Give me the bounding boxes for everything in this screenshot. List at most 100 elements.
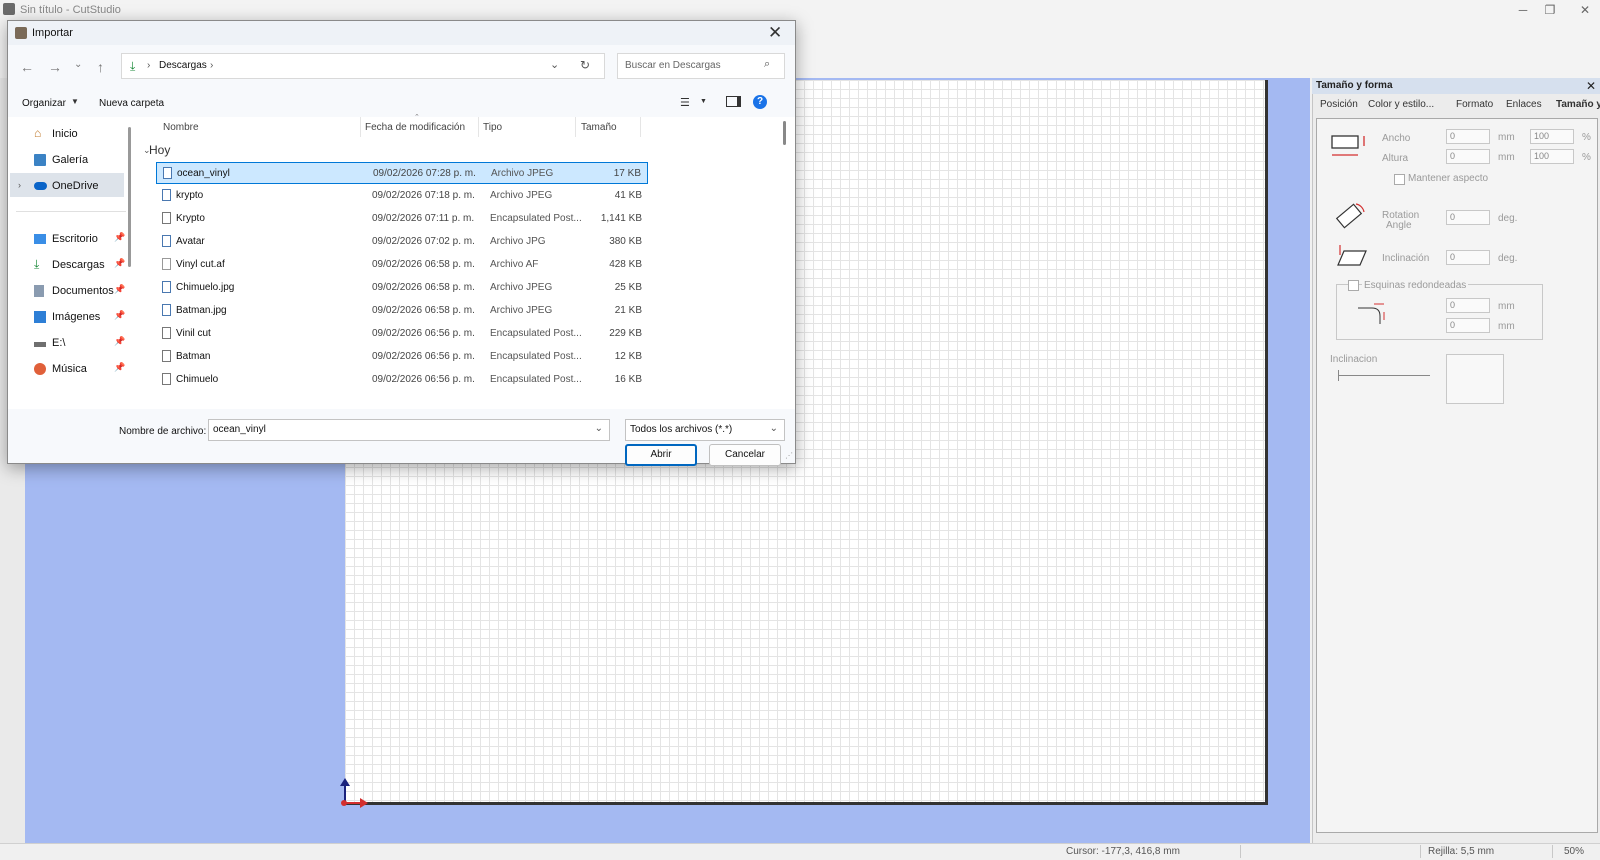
open-button[interactable]: Abrir [625, 444, 697, 466]
pin-icon[interactable]: 📌 [114, 258, 125, 269]
expand-chevron-icon[interactable]: › [18, 180, 21, 190]
nav-item-gallery[interactable]: Galería [34, 154, 88, 166]
panel-close-icon[interactable]: ✕ [1586, 79, 1596, 93]
rounded-corners-checkbox[interactable] [1348, 280, 1359, 291]
file-row[interactable]: Chimuelo 09/02/2026 06:56 p. m. Encapsul… [156, 369, 648, 391]
file-date: 09/02/2026 06:56 p. m. [372, 374, 475, 385]
refresh-icon[interactable]: ↻ [580, 58, 590, 72]
nav-item-downloads[interactable]: ⤓ Descargas 📌 [34, 257, 125, 271]
organize-button[interactable]: Organizar [22, 98, 66, 109]
slant-slider-handle[interactable] [1338, 370, 1339, 381]
file-size: 17 KB [613, 168, 641, 179]
nav-item-home[interactable]: ⌂ Inicio [34, 126, 78, 140]
tab-links[interactable]: Enlaces [1506, 99, 1542, 110]
file-name: krypto [176, 190, 204, 201]
column-separator[interactable] [640, 117, 641, 137]
organize-dropdown-icon[interactable]: ▼ [71, 97, 79, 106]
file-row[interactable]: Chimuelo.jpg 09/02/2026 06:58 p. m. Arch… [156, 277, 648, 299]
file-row[interactable]: ocean_vinyl 09/02/2026 07:28 p. m. Archi… [156, 162, 648, 184]
column-name[interactable]: Nombre [163, 122, 199, 133]
file-name: Vinyl cut.af [176, 259, 225, 270]
width-input[interactable]: 0 [1446, 129, 1490, 144]
size-diagram-icon [1331, 135, 1365, 156]
column-separator[interactable] [360, 117, 361, 137]
corner-radius-y-input[interactable]: 0 [1446, 318, 1490, 333]
slant-slider-track[interactable] [1338, 375, 1430, 376]
file-size: 380 KB [609, 236, 642, 247]
tab-format[interactable]: Formato [1456, 99, 1493, 110]
tab-position[interactable]: Posición [1320, 99, 1358, 110]
keep-aspect-checkbox[interactable] [1394, 174, 1405, 185]
restore-icon[interactable]: ❐ [1540, 3, 1560, 17]
nav-label: Música [52, 363, 87, 375]
pin-icon[interactable]: 📌 [114, 284, 125, 295]
view-dropdown-icon[interactable]: ▼ [700, 98, 707, 105]
nav-item-documents[interactable]: Documentos 📌 [34, 284, 125, 297]
breadcrumb-separator: › [210, 60, 214, 71]
file-type-filter[interactable]: Todos los archivos (*.*) ⌄ [625, 419, 785, 441]
column-date[interactable]: Fecha de modificación [365, 122, 465, 133]
height-input[interactable]: 0 [1446, 149, 1490, 164]
file-list-scrollbar[interactable] [783, 121, 786, 145]
cancel-button[interactable]: Cancelar [709, 444, 781, 466]
close-app-icon[interactable]: ✕ [1575, 3, 1595, 17]
recent-locations-icon[interactable]: ⌄ [74, 59, 82, 70]
nav-item-onedrive[interactable]: › OneDrive [18, 180, 99, 192]
corner-radius-icon [1358, 303, 1385, 324]
new-folder-button[interactable]: Nueva carpeta [99, 98, 164, 109]
pin-icon[interactable]: 📌 [114, 310, 125, 321]
minimize-icon[interactable]: ─ [1513, 3, 1533, 17]
file-row[interactable]: Vinil cut 09/02/2026 06:56 p. m. Encapsu… [156, 323, 648, 345]
nav-item-desktop[interactable]: Escritorio 📌 [34, 232, 125, 245]
pin-icon[interactable]: 📌 [114, 232, 125, 243]
address-dropdown-icon[interactable]: ⌄ [550, 58, 559, 71]
file-row[interactable]: Vinyl cut.af 09/02/2026 06:58 p. m. Arch… [156, 254, 648, 276]
slant-input[interactable]: 0 [1446, 250, 1490, 265]
nav-label: OneDrive [52, 180, 99, 192]
file-row[interactable]: Batman 09/02/2026 06:56 p. m. Encapsulat… [156, 346, 648, 368]
group-header-today[interactable]: Hoy [149, 143, 170, 157]
downloads-folder-icon: ⤓ [130, 59, 136, 73]
help-icon[interactable]: ? [753, 95, 767, 109]
corner-radius-x-unit: mm [1498, 301, 1515, 312]
forward-arrow-icon[interactable]: → [48, 59, 62, 75]
dialog-close-icon[interactable]: ✕ [768, 23, 782, 43]
column-separator[interactable] [575, 117, 576, 137]
file-row[interactable]: Avatar 09/02/2026 07:02 p. m. Archivo JP… [156, 231, 648, 253]
file-row[interactable]: Krypto 09/02/2026 07:11 p. m. Encapsulat… [156, 208, 648, 230]
tab-color-style[interactable]: Color y estilo... [1368, 99, 1434, 110]
address-bar[interactable]: ⤓ › Descargas › ⌄ ↻ [121, 53, 605, 79]
search-input[interactable]: Buscar en Descargas ⌕ [617, 53, 785, 79]
view-options-icon[interactable]: ☰ [680, 96, 690, 109]
file-row[interactable]: krypto 09/02/2026 07:18 p. m. Archivo JP… [156, 185, 648, 207]
column-size[interactable]: Tamaño [581, 122, 617, 133]
height-percent-input[interactable]: 100 [1530, 149, 1574, 164]
nav-scrollbar[interactable] [128, 127, 131, 267]
search-icon[interactable]: ⌕ [764, 58, 770, 71]
nav-item-drive-e[interactable]: E:\ 📌 [34, 336, 125, 349]
nav-item-pictures[interactable]: Imágenes 📌 [34, 310, 125, 323]
breadcrumb-separator: › [147, 60, 151, 71]
pin-icon[interactable]: 📌 [114, 362, 125, 373]
column-separator[interactable] [478, 117, 479, 137]
resize-grip-icon[interactable]: ⋰ [785, 451, 793, 460]
width-percent-input[interactable]: 100 [1530, 129, 1574, 144]
jpg-file-icon [162, 235, 171, 247]
status-cursor: Cursor: -177,3, 416,8 mm [1066, 846, 1180, 857]
dialog-title: Importar [32, 27, 73, 39]
up-arrow-icon[interactable]: ↑ [97, 59, 104, 75]
file-row[interactable]: Batman.jpg 09/02/2026 06:58 p. m. Archiv… [156, 300, 648, 322]
column-type[interactable]: Tipo [483, 122, 502, 133]
file-size: 16 KB [614, 374, 642, 385]
filter-dropdown-icon[interactable]: ⌄ [770, 423, 778, 434]
back-arrow-icon[interactable]: ← [20, 59, 34, 75]
breadcrumb-downloads[interactable]: Descargas [159, 60, 207, 71]
filename-input[interactable]: ocean_vinyl ⌄ [208, 419, 610, 441]
nav-item-music[interactable]: Música 📌 [34, 362, 125, 375]
pin-icon[interactable]: 📌 [114, 336, 125, 347]
preview-pane-icon[interactable] [726, 96, 741, 107]
rotation-input[interactable]: 0 [1446, 210, 1490, 225]
corner-radius-x-input[interactable]: 0 [1446, 298, 1490, 313]
filename-dropdown-icon[interactable]: ⌄ [595, 423, 603, 434]
tab-size-shape[interactable]: Tamaño y for... [1556, 99, 1600, 110]
